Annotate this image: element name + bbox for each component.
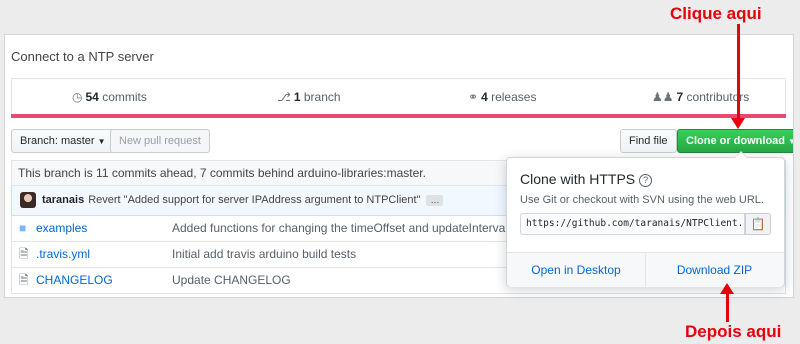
download-zip-button[interactable]: Download ZIP (645, 253, 783, 287)
clone-or-download-button[interactable]: Clone or download▼ (677, 129, 793, 153)
clone-dropdown-footer: Open in Desktop Download ZIP (507, 252, 784, 287)
file-icon: 🗎 (19, 273, 29, 287)
branch-icon: ⎇ (277, 90, 291, 104)
branch-select-label: Branch: master (20, 135, 95, 147)
commit-author[interactable]: taranais (42, 194, 84, 206)
clone-dropdown-title: Clone with HTTPS? (520, 171, 653, 187)
avatar[interactable] (20, 192, 36, 208)
clipboard-icon: 📋 (750, 217, 766, 231)
file-name[interactable]: .travis.yml (36, 242, 90, 267)
caret-down-icon: ▼ (788, 137, 793, 146)
new-pull-request-button[interactable]: New pull request (110, 129, 210, 153)
clone-dropdown-subtitle: Use Git or checkout with SVN using the w… (520, 194, 764, 206)
open-in-desktop-button[interactable]: Open in Desktop (507, 253, 645, 287)
annotation-then-here: Depois aqui (685, 322, 782, 341)
commits-label: commits (102, 90, 147, 104)
clone-dropdown: Clone with HTTPS? Use Git or checkout wi… (506, 151, 785, 287)
clone-url-input[interactable]: https://github.com/taranais/NTPClient.gi… (520, 213, 745, 235)
file-commit-message[interactable]: Added functions for changing the timeOff… (172, 216, 535, 241)
expand-message-button[interactable]: … (426, 194, 444, 206)
file-name[interactable]: CHANGELOG (36, 268, 113, 293)
repo-description: Connect to a NTP server (11, 49, 154, 64)
history-icon: ◷ (72, 90, 83, 104)
people-icon: ♟♟ (652, 90, 674, 104)
commits-link[interactable]: ◷ 54 commits (72, 79, 147, 115)
find-file-button[interactable]: Find file (620, 129, 677, 153)
annotation-arrow-down (737, 24, 740, 120)
arrow-down-icon (731, 118, 745, 129)
tag-icon: ⚭ (468, 90, 479, 104)
commit-message[interactable]: Revert "Added support for server IPAddre… (88, 194, 420, 206)
annotation-arrow-up (726, 292, 729, 322)
clone-dropdown-title-text: Clone with HTTPS (520, 171, 636, 187)
copy-url-button[interactable]: 📋 (745, 213, 771, 235)
releases-link[interactable]: ⚭ 4 releases (468, 79, 536, 115)
folder-icon: ■ (19, 221, 27, 235)
repo-summary: ◷ 54 commits ⎇ 1 branch ⚭ 4 releases ♟♟ 7 co… (11, 78, 786, 114)
language-bar (11, 114, 786, 118)
file-commit-message[interactable]: Initial add travis arduino build tests (172, 242, 356, 267)
branch-link[interactable]: ⎇ 1 branch (277, 79, 341, 115)
file-name[interactable]: examples (36, 216, 87, 241)
file-commit-message[interactable]: Update CHANGELOG (172, 268, 291, 293)
clone-or-download-label: Clone or download (686, 135, 785, 147)
help-icon[interactable]: ? (639, 174, 653, 187)
caret-down-icon: ▼ (97, 137, 106, 146)
contributors-link[interactable]: ♟♟ 7 contributors (652, 79, 749, 115)
releases-count: 4 (481, 90, 488, 104)
contributors-count: 7 (676, 90, 684, 104)
clone-url-text: https://github.com/taranais/NTPClient.gi… (526, 218, 745, 229)
branch-label: branch (303, 90, 341, 104)
releases-label: releases (491, 90, 537, 104)
branch-select-button[interactable]: Branch: master ▼ (11, 129, 115, 153)
annotation-click-here: Clique aqui (670, 4, 762, 23)
commits-count: 54 (85, 90, 99, 104)
file-icon: 🗎 (19, 247, 29, 261)
branch-count: 1 (293, 90, 301, 104)
